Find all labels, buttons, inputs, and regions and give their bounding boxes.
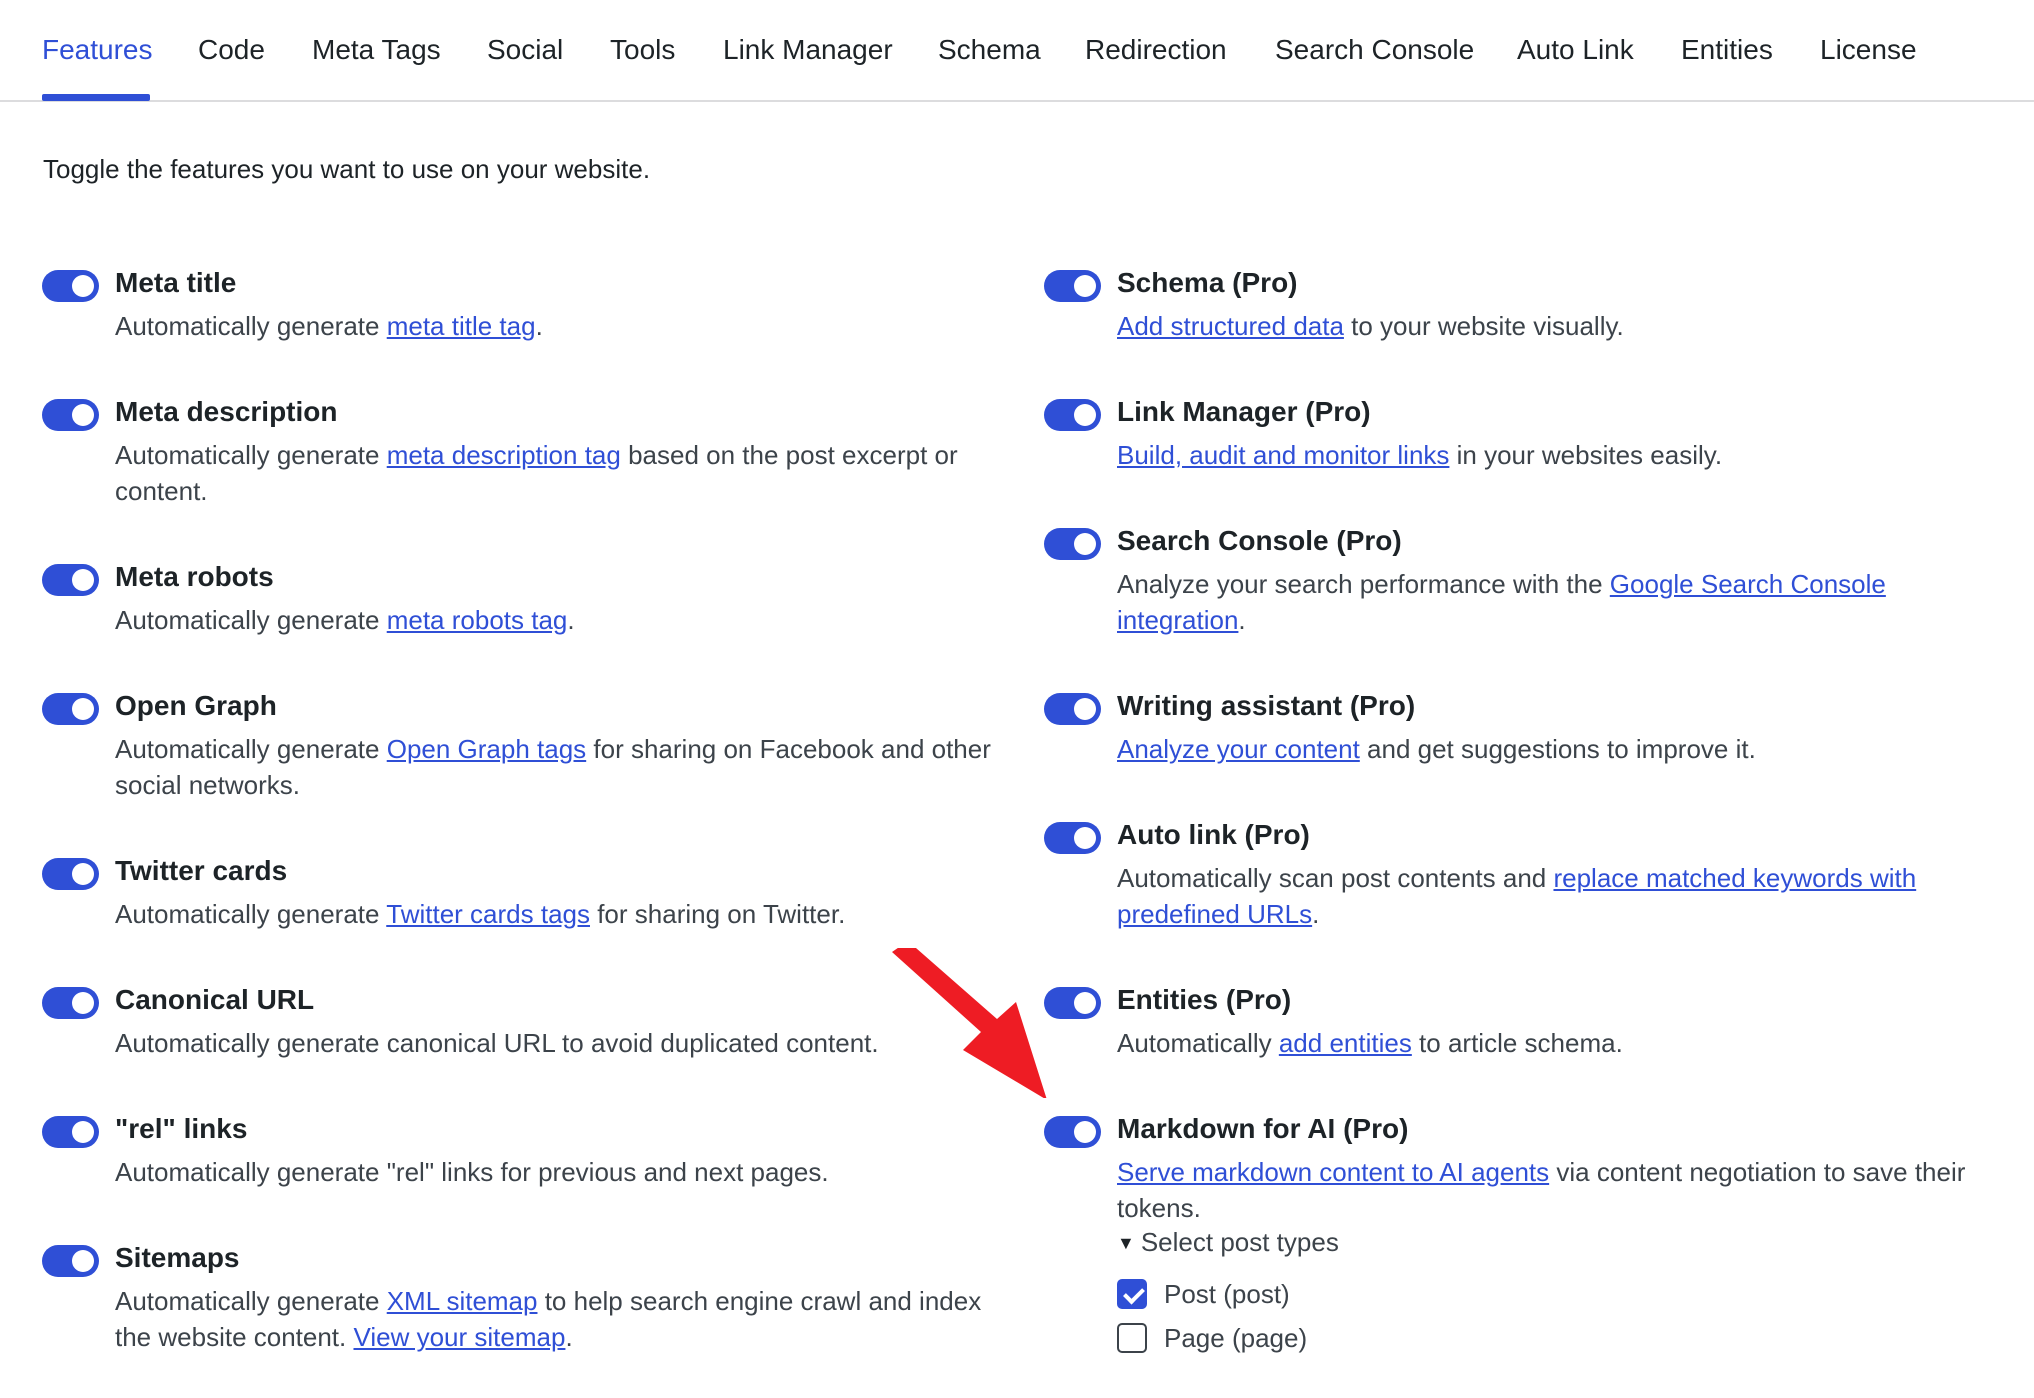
- toggle-knob: [72, 863, 94, 885]
- toggle-knob: [1074, 698, 1096, 720]
- feature-description: Automatically generate "rel" links for p…: [115, 1157, 829, 1187]
- feature-description: Automatically scan post contents and rep…: [1117, 863, 1917, 929]
- toggle-knob: [1074, 992, 1096, 1014]
- feature-description: Analyze your search performance with the…: [1117, 569, 1886, 635]
- feature-title: Open Graph: [115, 690, 277, 721]
- tab-features[interactable]: Features: [42, 30, 153, 70]
- feature-title: Twitter cards: [115, 855, 288, 886]
- active-tab-indicator: [42, 94, 150, 101]
- tab-tools[interactable]: Tools: [610, 30, 675, 70]
- markdown-for-ai-toggle[interactable]: [1044, 1116, 1101, 1148]
- tab-link-manager[interactable]: Link Manager: [723, 30, 893, 70]
- open-graph-toggle[interactable]: [42, 693, 99, 725]
- feature-title: Markdown for AI (Pro): [1117, 1113, 1409, 1144]
- feature-description: Automatically add entities to article sc…: [1117, 1028, 1623, 1058]
- feature-description: Automatically generate meta robots tag.: [115, 605, 575, 635]
- tab-redirection[interactable]: Redirection: [1085, 30, 1227, 70]
- feature-title: Link Manager (Pro): [1117, 396, 1371, 427]
- feature-title: Meta description: [115, 396, 338, 427]
- tab-schema[interactable]: Schema: [938, 30, 1041, 70]
- feature-description: Build, audit and monitor links in your w…: [1117, 440, 1723, 470]
- feature-description: Add structured data to your website visu…: [1117, 311, 1624, 341]
- meta-robots-toggle[interactable]: [42, 564, 99, 596]
- feature-title: Auto link (Pro): [1117, 819, 1310, 850]
- sitemaps-toggle[interactable]: [42, 1245, 99, 1277]
- intro-text: Toggle the features you want to use on y…: [43, 154, 651, 184]
- toggle-knob: [72, 992, 94, 1014]
- tab-meta-tags[interactable]: Meta Tags: [312, 30, 441, 70]
- search-console-toggle[interactable]: [1044, 528, 1101, 560]
- toggle-knob: [72, 404, 94, 426]
- toggle-knob: [1074, 1121, 1096, 1143]
- tab-license[interactable]: License: [1820, 30, 1917, 70]
- rel-links-toggle[interactable]: [42, 1116, 99, 1148]
- toggle-knob: [72, 1121, 94, 1143]
- feature-description: Automatically generate meta title tag.: [115, 311, 543, 341]
- page-checkbox[interactable]: [1117, 1323, 1147, 1353]
- feature-title: Entities (Pro): [1117, 984, 1292, 1015]
- twitter-cards-toggle[interactable]: [42, 858, 99, 890]
- twitter-cards-tags-link[interactable]: Twitter cards tags: [386, 899, 590, 929]
- schema-toggle[interactable]: [1044, 270, 1101, 302]
- post-types-disclosure[interactable]: ▼ Select post types: [1117, 1224, 1339, 1261]
- analyze-your-content-link[interactable]: Analyze your content: [1117, 734, 1360, 764]
- entities-toggle[interactable]: [1044, 987, 1101, 1019]
- meta-robots-tag-link[interactable]: meta robots tag: [387, 605, 568, 635]
- toggle-knob: [1074, 275, 1096, 297]
- tab-auto-link[interactable]: Auto Link: [1517, 30, 1634, 70]
- toggle-knob: [72, 275, 94, 297]
- canonical-url-toggle[interactable]: [42, 987, 99, 1019]
- auto-link-toggle[interactable]: [1044, 822, 1101, 854]
- build-audit-monitor-links-link[interactable]: Build, audit and monitor links: [1117, 440, 1449, 470]
- feature-title: Writing assistant (Pro): [1117, 690, 1416, 721]
- tab-social[interactable]: Social: [487, 30, 563, 70]
- feature-description: Automatically generate canonical URL to …: [115, 1028, 879, 1058]
- feature-description: Automatically generate XML sitemap to he…: [115, 1286, 982, 1352]
- meta-description-toggle[interactable]: [42, 399, 99, 431]
- add-structured-data-link[interactable]: Add structured data: [1117, 311, 1344, 341]
- feature-description: Serve markdown content to AI agents via …: [1117, 1157, 1966, 1223]
- checkbox-label: Page (page): [1164, 1323, 1308, 1353]
- xml-sitemap-link[interactable]: XML sitemap: [387, 1286, 538, 1316]
- toggle-knob: [1074, 404, 1096, 426]
- red-arrow-annotation-icon: [892, 948, 1047, 1098]
- writing-assistant-toggle[interactable]: [1044, 693, 1101, 725]
- toggle-knob: [72, 1250, 94, 1272]
- serve-markdown-link[interactable]: Serve markdown content to AI agents: [1117, 1157, 1549, 1187]
- feature-description: Automatically generate Open Graph tags f…: [115, 734, 991, 800]
- meta-title-toggle[interactable]: [42, 270, 99, 302]
- feature-title: "rel" links: [115, 1113, 248, 1144]
- feature-title: Meta robots: [115, 561, 274, 592]
- feature-description: Analyze your content and get suggestions…: [1117, 734, 1756, 764]
- feature-title: Meta title: [115, 267, 237, 298]
- triangle-down-icon: ▼: [1117, 1233, 1135, 1253]
- toggle-knob: [1074, 827, 1096, 849]
- feature-description: Automatically generate meta description …: [115, 440, 958, 506]
- meta-title-tag-link[interactable]: meta title tag: [387, 311, 536, 341]
- toggle-knob: [1074, 533, 1096, 555]
- settings-tabs: Features Code Meta Tags Social Tools Lin…: [0, 0, 2034, 102]
- meta-description-tag-link[interactable]: meta description tag: [387, 440, 621, 470]
- feature-title: Canonical URL: [115, 984, 315, 1015]
- feature-description: Automatically generate Twitter cards tag…: [115, 899, 846, 929]
- toggle-knob: [72, 569, 94, 591]
- tab-search-console[interactable]: Search Console: [1275, 30, 1474, 70]
- add-entities-link[interactable]: add entities: [1279, 1028, 1412, 1058]
- feature-title: Sitemaps: [115, 1242, 240, 1273]
- toggle-knob: [72, 698, 94, 720]
- checkbox-label: Post (post): [1164, 1279, 1290, 1309]
- post-checkbox[interactable]: [1117, 1279, 1147, 1309]
- tab-entities[interactable]: Entities: [1681, 30, 1773, 70]
- feature-title: Search Console (Pro): [1117, 525, 1402, 556]
- tab-code[interactable]: Code: [198, 30, 265, 70]
- open-graph-tags-link[interactable]: Open Graph tags: [387, 734, 586, 764]
- view-sitemap-link[interactable]: View your sitemap: [353, 1322, 565, 1352]
- link-manager-toggle[interactable]: [1044, 399, 1101, 431]
- feature-title: Schema (Pro): [1117, 267, 1298, 298]
